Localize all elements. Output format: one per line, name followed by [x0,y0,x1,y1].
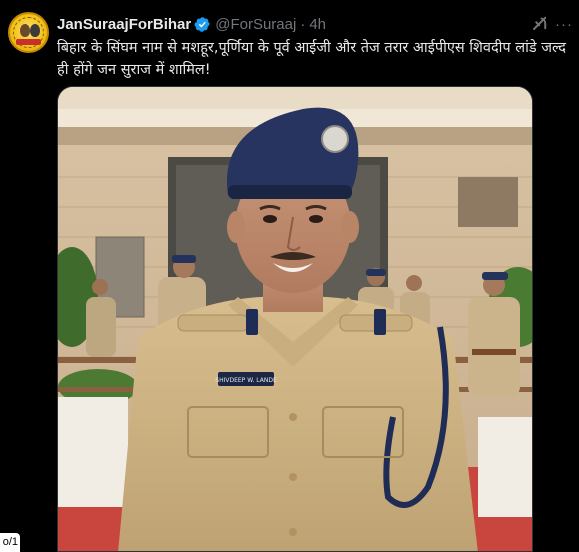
timestamp[interactable]: 4h [309,16,326,33]
post-media-photo[interactable]: SHIVDEEP W. LANDE [57,86,533,552]
verified-badge-icon [194,16,210,32]
photo-illustration: SHIVDEEP W. LANDE [58,87,532,551]
nameplate-text: SHIVDEEP W. LANDE [215,377,277,384]
user-handle[interactable]: @ForSuraaj [215,16,296,33]
post-header: JanSuraajForBihar @ForSuraaj · 4h [57,14,326,34]
more-icon[interactable]: ··· [555,16,573,33]
post[interactable]: JanSuraajForBihar @ForSuraaj · 4h ··· बि… [0,0,579,552]
display-name[interactable]: JanSuraajForBihar [57,16,191,33]
avatar-portrait-right [30,24,40,37]
post-text: बिहार के सिंघम नाम से मशहूर,पूर्णिया के … [57,40,566,78]
pagination-badge: o/1 [0,533,20,552]
avatar[interactable] [8,12,49,53]
avatar-band [16,39,41,45]
grok-icon[interactable] [531,14,549,32]
separator-dot: · [300,15,306,33]
avatar-portrait-left [20,24,30,37]
